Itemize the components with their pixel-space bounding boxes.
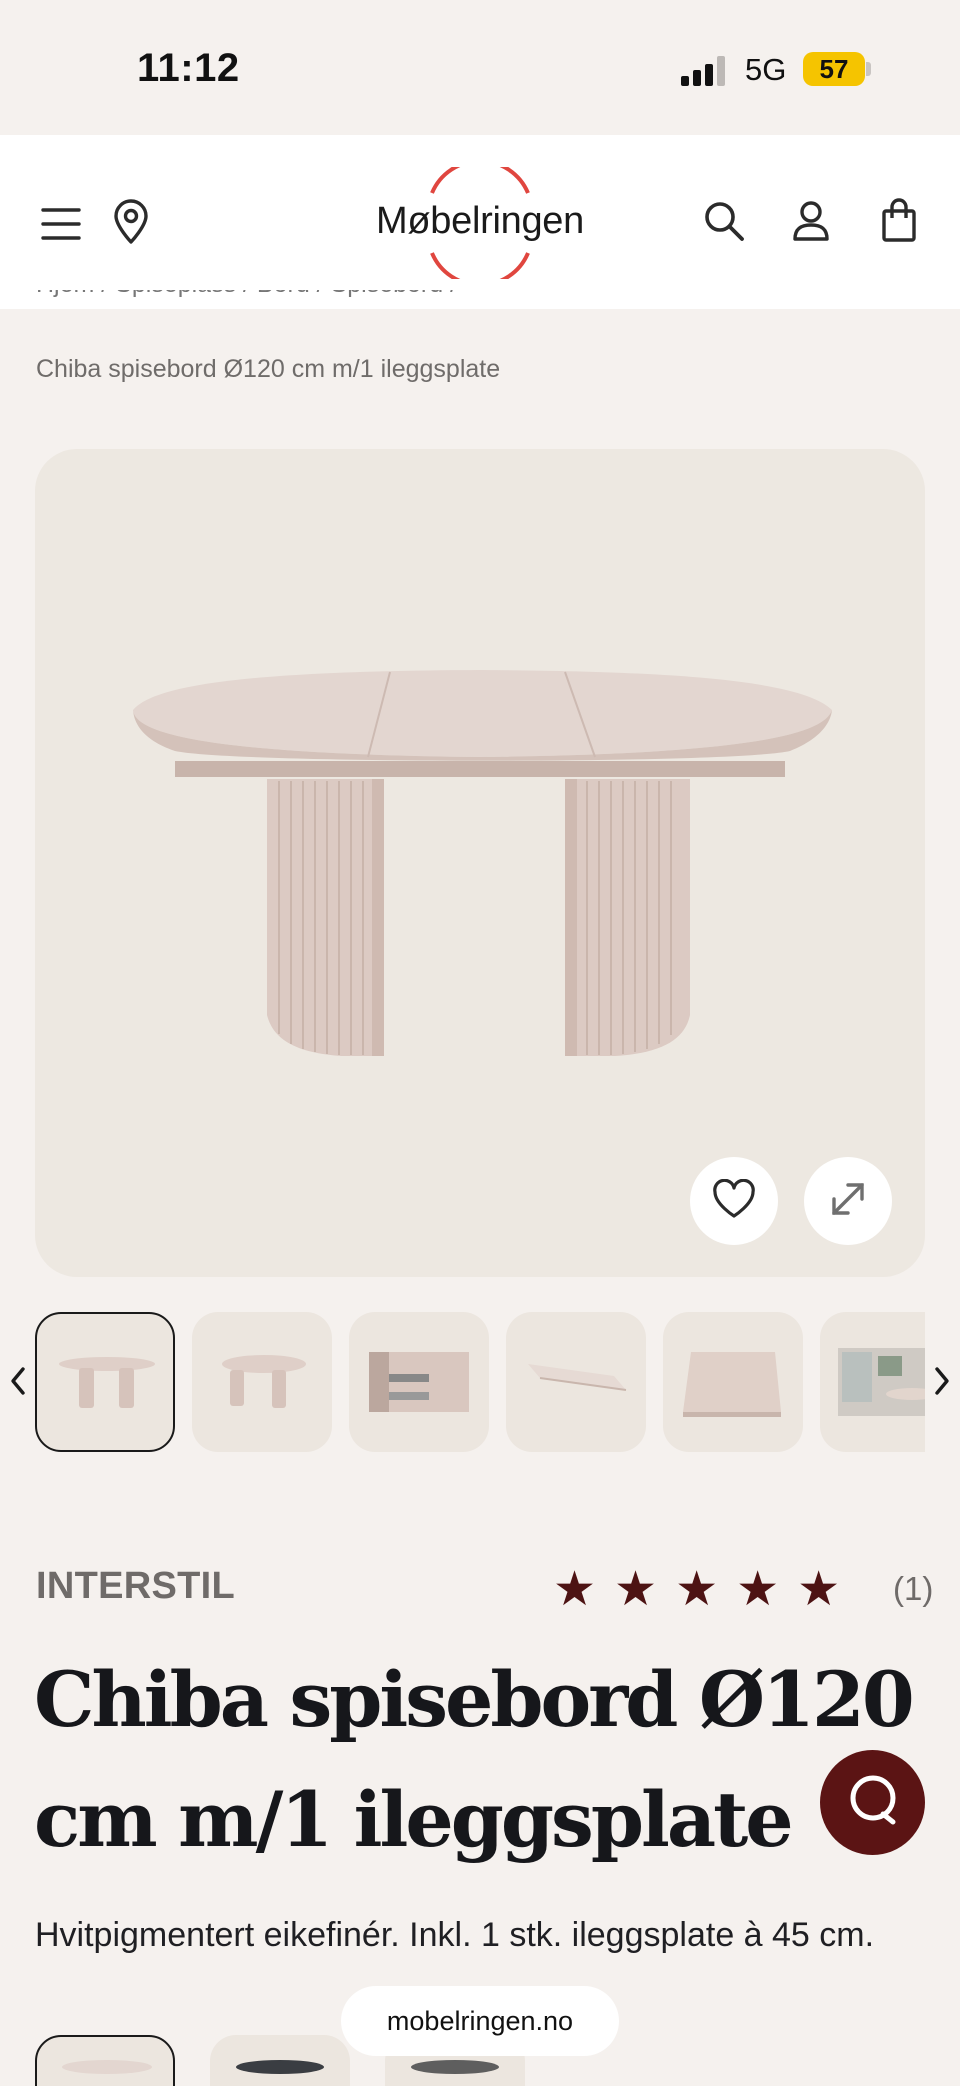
star-icon: ★ [614,1563,658,1616]
location-pin-icon[interactable] [110,199,152,245]
star-icon: ★ [797,1563,841,1616]
breadcrumb: Hjem / Spiseplass / Bord / Spisebord / [36,290,736,312]
breadcrumb-trail[interactable]: Hjem / Spiseplass / Bord / Spisebord / [36,290,457,299]
status-time: 11:12 [137,46,240,90]
site-logo[interactable]: Møbelringen [360,167,600,279]
logo-text: Møbelringen [376,200,584,242]
status-bar: 11:12 5G 57 [0,0,960,135]
favorite-button[interactable] [690,1157,778,1245]
expand-button[interactable] [804,1157,892,1245]
shopping-bag-icon[interactable] [878,197,920,243]
thumbnail-2[interactable] [192,1312,332,1452]
breadcrumb-current: Chiba spisebord Ø120 cm m/1 ileggsplate [36,355,501,383]
user-icon[interactable] [790,199,832,243]
network-type: 5G [745,52,787,87]
thumbnail-5[interactable] [663,1312,803,1452]
thumbs-prev-button[interactable] [6,1366,30,1401]
site-header: Møbelringen [0,135,960,309]
thumbnail-strip [35,1312,925,1452]
search-icon[interactable] [702,199,746,243]
thumbnail-6[interactable] [820,1312,925,1452]
menu-icon[interactable] [40,203,82,245]
variant-option-2[interactable] [210,2035,350,2086]
star-icon: ★ [736,1563,780,1616]
rating-stars[interactable]: ★ ★ ★ ★ ★ [553,1563,841,1616]
thumbs-next-button[interactable] [930,1366,954,1401]
star-icon: ★ [675,1563,719,1616]
chevron-left-icon [9,1366,27,1401]
product-image [133,670,832,1056]
chevron-right-icon [933,1366,951,1401]
rating-count[interactable]: (1) [893,1570,933,1608]
thumbnail-1[interactable] [35,1312,175,1452]
product-title: Chiba spisebord Ø120 cm m/1 ileggsplate [34,1655,915,1864]
expand-icon [826,1177,870,1226]
battery-nub [866,62,871,76]
variant-option-1[interactable] [35,2035,175,2086]
browser-url-pill[interactable]: mobelringen.no [341,1986,619,2056]
star-icon: ★ [553,1563,597,1616]
chat-bubble-icon [843,1770,903,1835]
signal-icon [681,56,729,86]
thumbnail-3[interactable] [349,1312,489,1452]
chat-button[interactable] [820,1750,925,1855]
battery-indicator: 57 [803,52,865,86]
thumbnail-4[interactable] [506,1312,646,1452]
product-brand[interactable]: INTERSTIL [36,1565,235,1608]
heart-icon [712,1178,756,1224]
product-image-gallery[interactable] [35,449,925,1277]
product-description: Hvitpigmentert eikefinér. Inkl. 1 stk. i… [35,1916,875,1954]
